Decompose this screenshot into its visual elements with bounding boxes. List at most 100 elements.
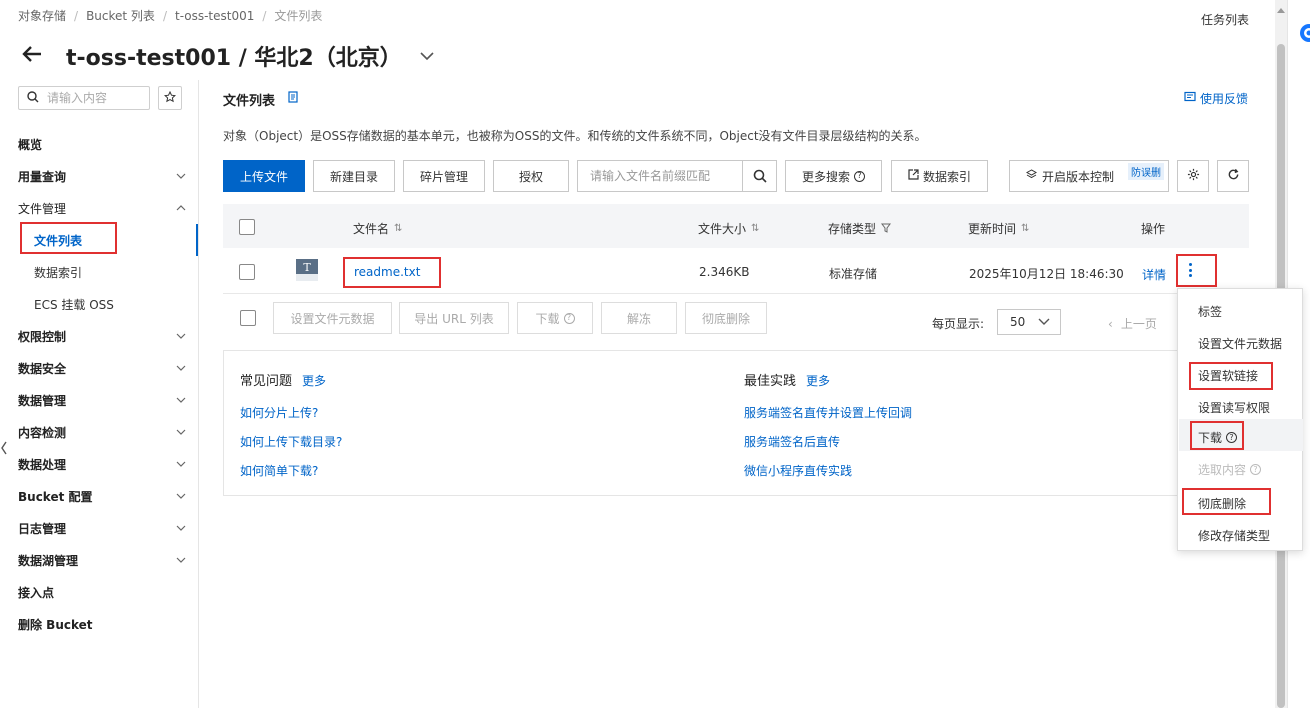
row-checkbox[interactable] bbox=[239, 264, 255, 280]
help-icon: ? bbox=[563, 312, 575, 324]
best-practice-link[interactable]: 服务端签名后直传 bbox=[744, 433, 840, 450]
title-row: t-oss-test001 / 华北2（北京） bbox=[20, 40, 434, 72]
chevron-down-icon bbox=[176, 173, 186, 179]
chevron-down-icon bbox=[1038, 318, 1050, 325]
export-url-button[interactable]: 导出 URL 列表 bbox=[399, 302, 509, 334]
faq-link[interactable]: 如何简单下载? bbox=[240, 462, 318, 479]
sidebar-item-data-lake[interactable]: 数据湖管理 bbox=[18, 550, 188, 570]
prev-page-button[interactable]: ‹ 上一页 bbox=[1108, 315, 1157, 332]
sidebar-item-label: 日志管理 bbox=[18, 521, 67, 536]
unfreeze-button[interactable]: 解冻 bbox=[601, 302, 677, 334]
highlight-box bbox=[343, 257, 441, 288]
sidebar-item-label: 数据处理 bbox=[18, 457, 67, 472]
sidebar-item-delete-bucket[interactable]: 删除 Bucket bbox=[18, 614, 188, 634]
breadcrumb-separator: / bbox=[74, 8, 79, 23]
chevron-down-icon[interactable] bbox=[420, 50, 434, 62]
back-arrow-icon[interactable] bbox=[20, 42, 48, 70]
new-directory-button[interactable]: 新建目录 bbox=[313, 160, 395, 192]
sidebar-divider bbox=[198, 80, 199, 708]
chevron-up-icon bbox=[176, 205, 186, 211]
scroll-up-arrow-icon[interactable] bbox=[1277, 8, 1285, 13]
sidebar-item-label: 数据湖管理 bbox=[18, 553, 79, 568]
search-icon[interactable] bbox=[742, 161, 776, 191]
best-practice-more-link[interactable]: 更多 bbox=[806, 374, 830, 388]
chevron-down-icon bbox=[176, 333, 186, 339]
page-title: t-oss-test001 / 华北2（北京） bbox=[66, 46, 402, 71]
faq-link[interactable]: 如何上传下载目录? bbox=[240, 433, 342, 450]
menu-item-set-metadata[interactable]: 设置文件元数据 bbox=[1198, 335, 1282, 352]
sidebar-item-ecs-mount[interactable]: ECS 挂载 OSS bbox=[34, 294, 188, 314]
details-link[interactable]: 详情 bbox=[1142, 266, 1166, 283]
column-header-label: 存储类型 bbox=[828, 222, 877, 236]
faq-link[interactable]: 如何分片上传? bbox=[240, 404, 318, 421]
sidebar-item-data-security[interactable]: 数据安全 bbox=[18, 358, 188, 378]
column-header-storage[interactable]: 存储类型 bbox=[828, 220, 892, 237]
sidebar-collapse-icon[interactable] bbox=[0, 440, 8, 460]
sidebar-item-content-detection[interactable]: 内容检测 bbox=[18, 422, 188, 442]
refresh-button[interactable] bbox=[1217, 160, 1249, 192]
menu-item-tags[interactable]: 标签 bbox=[1198, 303, 1222, 320]
batch-delete-button[interactable]: 彻底删除 bbox=[685, 302, 767, 334]
menu-item-change-storage-class[interactable]: 修改存储类型 bbox=[1198, 527, 1270, 544]
chevron-down-icon bbox=[176, 557, 186, 563]
sidebar-item-bucket-config[interactable]: Bucket 配置 bbox=[18, 486, 188, 506]
per-page-select[interactable]: 50 bbox=[997, 309, 1061, 335]
file-search-input[interactable] bbox=[578, 161, 742, 191]
column-header-size[interactable]: 文件大小 ⇅ bbox=[698, 220, 759, 237]
fragment-management-button[interactable]: 碎片管理 bbox=[403, 160, 485, 192]
breadcrumb-item-bucket[interactable]: t-oss-test001 bbox=[175, 9, 254, 23]
data-index-label: 数据索引 bbox=[922, 169, 971, 184]
column-header-updated[interactable]: 更新时间 ⇅ bbox=[968, 220, 1029, 237]
menu-item-label: 选取内容 bbox=[1198, 463, 1247, 477]
batch-select-checkbox[interactable] bbox=[240, 310, 256, 326]
sidebar-item-data-processing[interactable]: 数据处理 bbox=[18, 454, 188, 474]
sidebar-item-data-management[interactable]: 数据管理 bbox=[18, 390, 188, 410]
set-metadata-button[interactable]: 设置文件元数据 bbox=[273, 302, 392, 334]
breadcrumb-item-oss[interactable]: 对象存储 bbox=[18, 7, 66, 24]
sidebar-item-label: 文件管理 bbox=[18, 201, 67, 216]
menu-item-select-content[interactable]: 选取内容? bbox=[1198, 461, 1262, 478]
column-header-label: 文件名 bbox=[353, 222, 390, 236]
feedback-link[interactable]: 使用反馈 bbox=[1184, 90, 1248, 107]
sidebar-search-input[interactable] bbox=[47, 91, 137, 105]
column-header-name[interactable]: 文件名 ⇅ bbox=[353, 220, 402, 237]
prev-page-label: 上一页 bbox=[1120, 317, 1157, 331]
star-icon bbox=[163, 90, 177, 106]
sort-icon: ⇅ bbox=[1021, 223, 1030, 234]
sidebar-item-label: 用量查询 bbox=[18, 169, 67, 184]
menu-item-set-acl[interactable]: 设置读写权限 bbox=[1198, 399, 1270, 416]
breadcrumb-item-bucket-list[interactable]: Bucket 列表 bbox=[86, 7, 155, 24]
highlight-box bbox=[1176, 254, 1217, 287]
active-indicator bbox=[196, 224, 198, 256]
help-panel bbox=[223, 350, 1249, 496]
sidebar-item-label: 删除 Bucket bbox=[18, 617, 93, 632]
sidebar-item-log-management[interactable]: 日志管理 bbox=[18, 518, 188, 538]
chevron-down-icon bbox=[176, 493, 186, 499]
column-header-label: 更新时间 bbox=[968, 222, 1017, 236]
settings-button[interactable] bbox=[1177, 160, 1209, 192]
assistant-icon[interactable] bbox=[1297, 22, 1310, 44]
sidebar-item-access-point[interactable]: 接入点 bbox=[18, 582, 188, 602]
select-all-checkbox[interactable] bbox=[239, 219, 255, 235]
task-list-link[interactable]: 任务列表 bbox=[1201, 11, 1249, 28]
sidebar-item-overview[interactable]: 概览 bbox=[18, 134, 188, 154]
sidebar-item-permissions[interactable]: 权限控制 bbox=[18, 326, 188, 346]
sidebar-item-label: 权限控制 bbox=[18, 329, 67, 344]
faq-more-link[interactable]: 更多 bbox=[302, 374, 326, 388]
highlight-box bbox=[20, 222, 117, 254]
more-search-button[interactable]: 更多搜索? bbox=[785, 160, 882, 192]
batch-download-button[interactable]: 下载? bbox=[517, 302, 593, 334]
chevron-down-icon bbox=[176, 461, 186, 467]
favorite-button[interactable] bbox=[158, 86, 182, 110]
best-practice-link[interactable]: 服务端签名直传并设置上传回调 bbox=[744, 404, 912, 421]
file-search bbox=[577, 160, 777, 192]
sidebar-item-data-index[interactable]: 数据索引 bbox=[34, 262, 188, 282]
data-index-button[interactable]: 数据索引 bbox=[891, 160, 988, 192]
document-icon[interactable] bbox=[287, 91, 299, 103]
authorize-button[interactable]: 授权 bbox=[493, 160, 569, 192]
best-practice-link[interactable]: 微信小程序直传实践 bbox=[744, 462, 852, 479]
svg-text:T: T bbox=[303, 261, 311, 274]
upload-file-button[interactable]: 上传文件 bbox=[223, 160, 305, 192]
sidebar-item-file-management[interactable]: 文件管理 bbox=[18, 198, 188, 218]
sidebar-item-usage[interactable]: 用量查询 bbox=[18, 166, 188, 186]
